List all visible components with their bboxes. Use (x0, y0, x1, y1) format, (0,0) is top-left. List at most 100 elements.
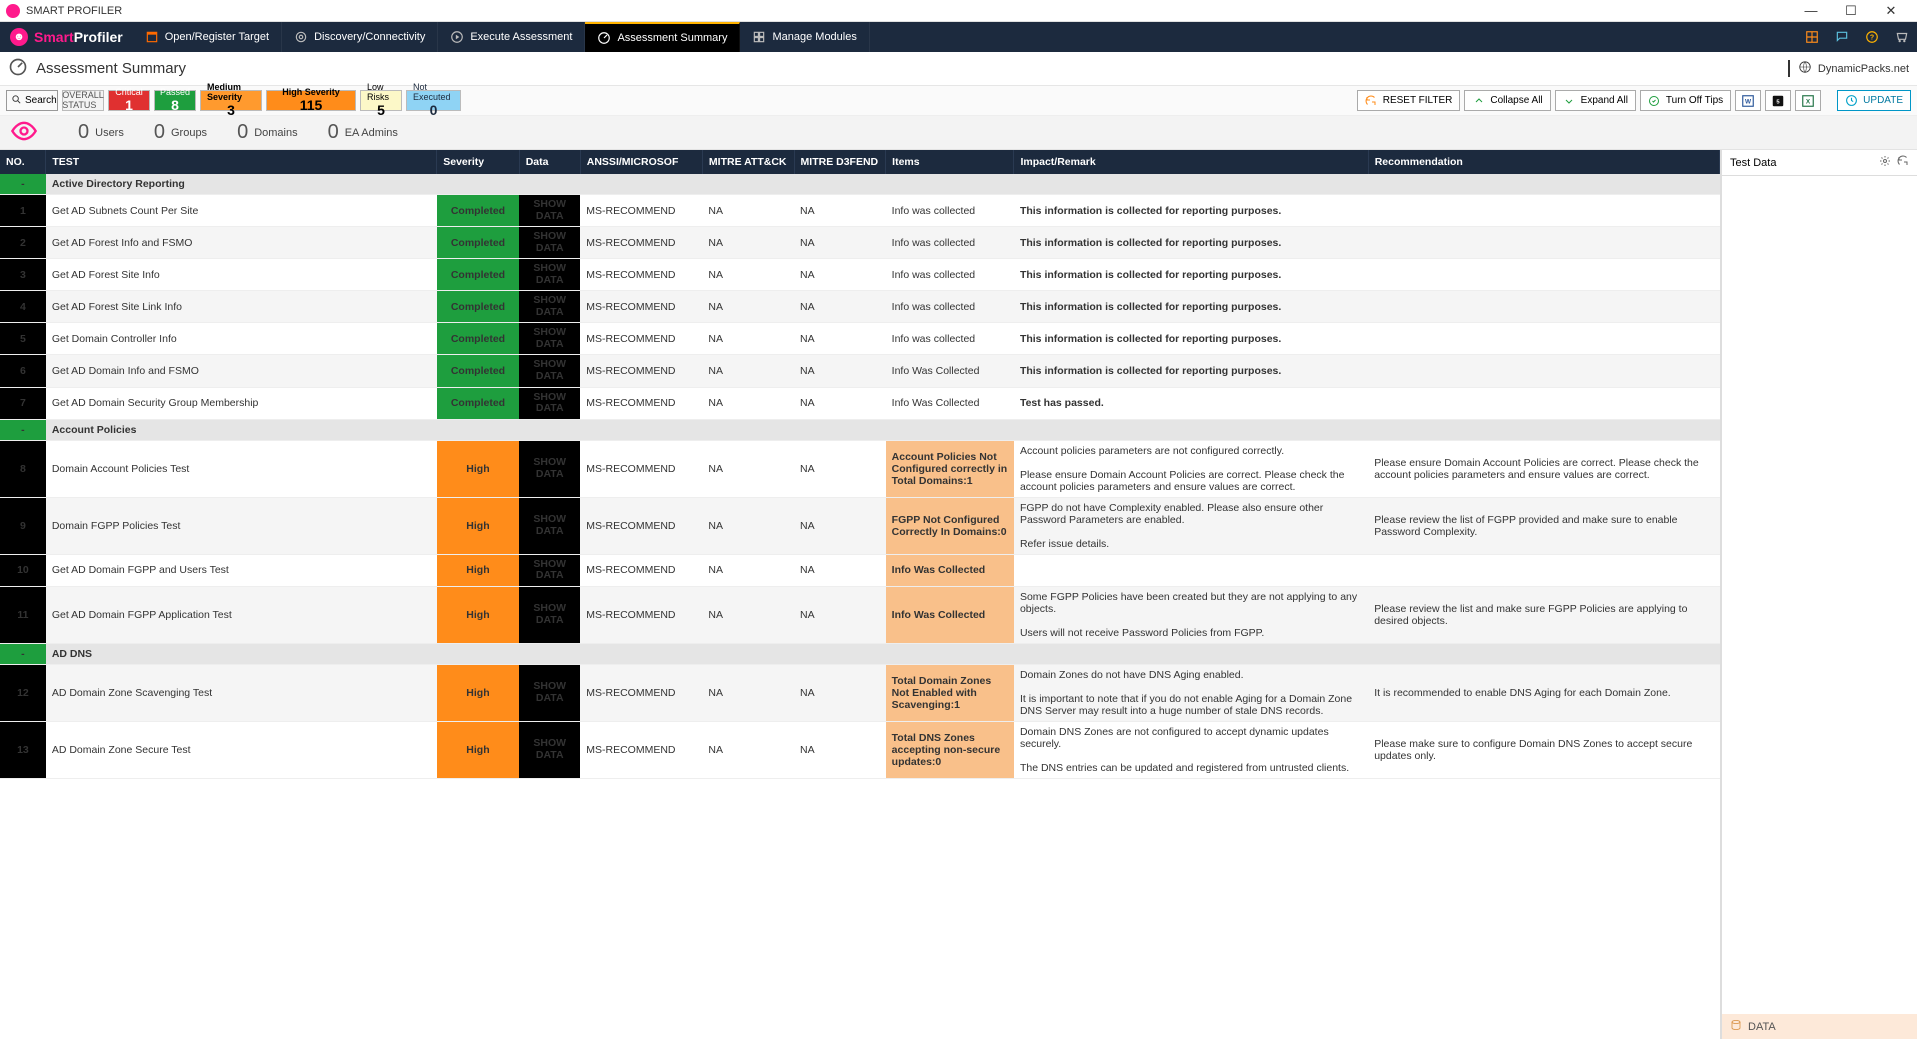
export-word-button[interactable]: W (1735, 90, 1761, 111)
table-row[interactable]: 2Get AD Forest Info and FSMOCompletedSHO… (0, 227, 1720, 259)
show-data-button[interactable]: SHOWDATA (519, 554, 580, 586)
brand-text-1: Smart (34, 29, 74, 45)
row-anssi: MS-RECOMMEND (580, 291, 702, 323)
col-header[interactable]: MITRE ATT&CK (702, 150, 794, 174)
row-anssi: MS-RECOMMEND (580, 664, 702, 721)
row-reco: Please review the list and make sure FGP… (1368, 586, 1719, 643)
group-toggle[interactable]: - (0, 419, 46, 440)
nav-execute[interactable]: Execute Assessment (438, 22, 585, 52)
show-data-button[interactable]: SHOWDATA (519, 721, 580, 778)
row-severity: Completed (437, 259, 519, 291)
group-toggle[interactable]: - (0, 643, 46, 664)
table-row[interactable]: 10Get AD Domain FGPP and Users TestHighS… (0, 554, 1720, 586)
col-header[interactable]: Severity (437, 150, 519, 174)
expand-all-button[interactable]: Expand All (1555, 90, 1636, 111)
row-d3fend: NA (794, 440, 886, 497)
collapse-all-button[interactable]: Collapse All (1464, 90, 1550, 111)
tile-high[interactable]: High Severity115 (266, 90, 356, 111)
row-impact: Domain DNS Zones are not configured to a… (1014, 721, 1368, 778)
row-no: 6 (0, 355, 46, 387)
row-impact: This information is collected for report… (1014, 195, 1368, 227)
nav-icon-1[interactable] (1797, 22, 1827, 52)
table-row[interactable]: 1Get AD Subnets Count Per SiteCompletedS… (0, 195, 1720, 227)
show-data-button[interactable]: SHOWDATA (519, 586, 580, 643)
table-row[interactable]: 7Get AD Domain Security Group Membership… (0, 387, 1720, 419)
nav-discovery[interactable]: Discovery/Connectivity (282, 22, 438, 52)
tips-icon (1648, 94, 1661, 107)
group-toggle[interactable]: - (0, 174, 46, 195)
table-row[interactable]: 6Get AD Domain Info and FSMOCompletedSHO… (0, 355, 1720, 387)
row-impact: FGPP do not have Complexity enabled. Ple… (1014, 497, 1368, 554)
table-row[interactable]: 13AD Domain Zone Secure TestHighSHOWDATA… (0, 721, 1720, 778)
table-row[interactable]: 9Domain FGPP Policies TestHighSHOWDATAMS… (0, 497, 1720, 554)
counters-bar: 0Users 0Groups 0Domains 0EA Admins (0, 116, 1917, 150)
page-header: Assessment Summary DynamicPacks.net (0, 52, 1917, 86)
tile-notexecuted[interactable]: Not Executed0 (406, 90, 461, 111)
col-header[interactable]: NO. (0, 150, 46, 174)
table-row[interactable]: 4Get AD Forest Site Link InfoCompletedSH… (0, 291, 1720, 323)
row-anssi: MS-RECOMMEND (580, 355, 702, 387)
tile-critical[interactable]: Critical1 (108, 90, 150, 111)
row-attck: NA (702, 355, 794, 387)
minimize-button[interactable]: — (1791, 0, 1831, 22)
row-impact: This information is collected for report… (1014, 355, 1368, 387)
show-data-button[interactable]: SHOWDATA (519, 664, 580, 721)
table-row[interactable]: 5Get Domain Controller InfoCompletedSHOW… (0, 323, 1720, 355)
row-test: Get Domain Controller Info (46, 323, 437, 355)
row-d3fend: NA (794, 664, 886, 721)
show-data-button[interactable]: SHOWDATA (519, 259, 580, 291)
show-data-button[interactable]: SHOWDATA (519, 497, 580, 554)
show-data-button[interactable]: SHOWDATA (519, 355, 580, 387)
turnoff-tips-button[interactable]: Turn Off Tips (1640, 90, 1731, 111)
grid-wrap[interactable]: NO.TESTSeverityDataANSSI/MICROSOFMITRE A… (0, 150, 1721, 1039)
col-header[interactable]: Data (519, 150, 580, 174)
globe-icon (1798, 60, 1812, 77)
show-data-button[interactable]: SHOWDATA (519, 195, 580, 227)
sidepanel-data-label: DATA (1748, 1021, 1776, 1033)
show-data-button[interactable]: SHOWDATA (519, 323, 580, 355)
row-anssi: MS-RECOMMEND (580, 195, 702, 227)
group-row[interactable]: -AD DNS (0, 643, 1720, 664)
col-header[interactable]: MITRE D3FEND (794, 150, 886, 174)
group-row[interactable]: -Account Policies (0, 419, 1720, 440)
update-button[interactable]: UPDATE (1837, 90, 1911, 111)
export-excel-button[interactable]: X (1795, 90, 1821, 111)
nav-open[interactable]: Open/Register Target (133, 22, 282, 52)
col-header[interactable]: Recommendation (1368, 150, 1719, 174)
show-data-button[interactable]: SHOWDATA (519, 440, 580, 497)
col-header[interactable]: Items (886, 150, 1014, 174)
nav-icon-chat[interactable] (1827, 22, 1857, 52)
row-d3fend: NA (794, 291, 886, 323)
close-button[interactable]: ✕ (1871, 0, 1911, 22)
show-data-button[interactable]: SHOWDATA (519, 387, 580, 419)
table-row[interactable]: 12AD Domain Zone Scavenging TestHighSHOW… (0, 664, 1720, 721)
toolbar: Search OVERALL STATUS Critical1 Passed8 … (0, 86, 1917, 116)
show-data-button[interactable]: SHOWDATA (519, 227, 580, 259)
sidepanel-data-tab[interactable]: DATA (1722, 1014, 1917, 1039)
row-no: 12 (0, 664, 46, 721)
maximize-button[interactable]: ☐ (1831, 0, 1871, 22)
table-row[interactable]: 8Domain Account Policies TestHighSHOWDAT… (0, 440, 1720, 497)
row-severity: Completed (437, 387, 519, 419)
nav-summary[interactable]: Assessment Summary (585, 22, 740, 52)
col-header[interactable]: TEST (46, 150, 437, 174)
sidepanel-gear-icon[interactable] (1879, 155, 1891, 170)
tile-passed[interactable]: Passed8 (154, 90, 196, 111)
tile-low[interactable]: Low Risks5 (360, 90, 402, 111)
col-header[interactable]: ANSSI/MICROSOF (580, 150, 702, 174)
col-header[interactable]: Impact/Remark (1014, 150, 1368, 174)
export-html-button[interactable]: 5 (1765, 90, 1791, 111)
group-row[interactable]: -Active Directory Reporting (0, 174, 1720, 195)
nav-icon-help[interactable]: ? (1857, 22, 1887, 52)
search-button[interactable]: Search (6, 90, 58, 111)
table-row[interactable]: 11Get AD Domain FGPP Application TestHig… (0, 586, 1720, 643)
table-row[interactable]: 3Get AD Forest Site InfoCompletedSHOWDAT… (0, 259, 1720, 291)
nav-modules[interactable]: Manage Modules (740, 22, 869, 52)
show-data-button[interactable]: SHOWDATA (519, 291, 580, 323)
tile-medium[interactable]: Medium Severity3 (200, 90, 262, 111)
sidepanel-refresh-icon[interactable] (1897, 155, 1909, 170)
row-d3fend: NA (794, 387, 886, 419)
nav-icon-cart[interactable] (1887, 22, 1917, 52)
reset-filter-button[interactable]: RESET FILTER (1357, 90, 1461, 111)
row-test: Get AD Domain FGPP Application Test (46, 586, 437, 643)
